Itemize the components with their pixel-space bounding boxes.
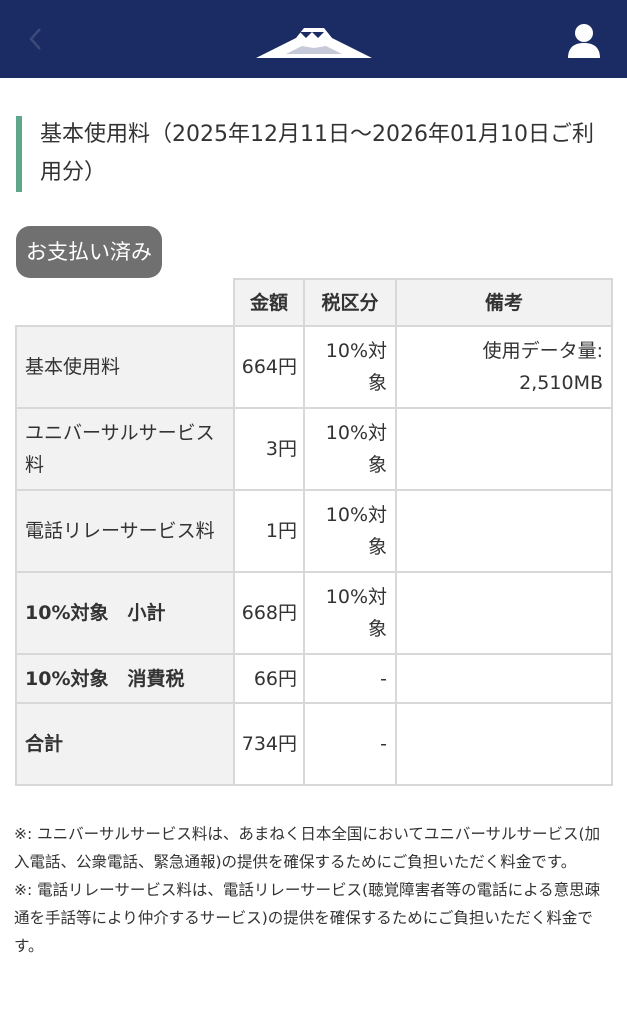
row-tax: 10%対象 bbox=[303, 571, 397, 655]
table-row: 10%対象 小計 668円 10%対象 bbox=[15, 571, 613, 655]
row-item: 10%対象 消費税 bbox=[15, 653, 235, 704]
table-row: ユニバーサルサービス料 3円 10%対象 bbox=[15, 407, 613, 491]
row-amount: 66円 bbox=[233, 653, 305, 704]
row-amount: 1円 bbox=[233, 489, 305, 573]
chevron-left-icon[interactable] bbox=[22, 24, 52, 54]
row-item: 電話リレーサービス料 bbox=[15, 489, 235, 573]
table-header-row: 金額 税区分 備考 bbox=[16, 278, 613, 327]
row-tax: 10%対象 bbox=[303, 407, 397, 491]
header-blank bbox=[16, 279, 235, 327]
section-title-bar: 基本使用料（2025年12月11日〜2026年01月10日ご利用分） bbox=[16, 116, 611, 192]
footnote-relay-service: ※: 電話リレーサービス料は、電話リレーサービス(聴覚障害者等の電話による意思疎… bbox=[14, 881, 601, 955]
footnote-universal-service: ※: ユニバーサルサービス料は、あまねく日本全国においてユニバーサルサービス(加… bbox=[14, 825, 601, 871]
row-amount: 3円 bbox=[233, 407, 305, 491]
row-note bbox=[395, 489, 613, 573]
row-note: 使用データ量: 2,510MB bbox=[395, 325, 613, 409]
row-note bbox=[395, 407, 613, 491]
row-item: ユニバーサルサービス料 bbox=[15, 407, 235, 491]
row-item: 合計 bbox=[15, 702, 235, 786]
user-icon[interactable] bbox=[566, 22, 602, 60]
row-note bbox=[395, 702, 613, 786]
row-item: 基本使用料 bbox=[15, 325, 235, 409]
header-tax: 税区分 bbox=[303, 278, 397, 327]
row-tax: - bbox=[303, 702, 397, 786]
row-item: 10%対象 小計 bbox=[15, 571, 235, 655]
billing-table: 金額 税区分 備考 基本使用料 664円 10%対象 使用データ量: 2,510… bbox=[15, 278, 613, 786]
row-note bbox=[395, 653, 613, 704]
table-row: 合計 734円 - bbox=[15, 702, 613, 786]
row-amount: 668円 bbox=[233, 571, 305, 655]
table-row: 10%対象 消費税 66円 - bbox=[15, 653, 613, 704]
table-row: 基本使用料 664円 10%対象 使用データ量: 2,510MB bbox=[15, 325, 613, 409]
row-note bbox=[395, 571, 613, 655]
header-amount: 金額 bbox=[233, 278, 305, 327]
app-header bbox=[0, 0, 627, 78]
page-title: 基本使用料（2025年12月11日〜2026年01月10日ご利用分） bbox=[40, 122, 594, 185]
footnotes: ※: ユニバーサルサービス料は、あまねく日本全国においてユニバーサルサービス(加… bbox=[14, 820, 612, 960]
header-note: 備考 bbox=[395, 278, 613, 327]
mount-fuji-logo[interactable] bbox=[256, 24, 372, 60]
row-tax: 10%対象 bbox=[303, 489, 397, 573]
row-amount: 664円 bbox=[233, 325, 305, 409]
table-row: 電話リレーサービス料 1円 10%対象 bbox=[15, 489, 613, 573]
row-tax: - bbox=[303, 653, 397, 704]
row-tax: 10%対象 bbox=[303, 325, 397, 409]
status-badge: お支払い済み bbox=[16, 226, 162, 278]
row-amount: 734円 bbox=[233, 702, 305, 786]
